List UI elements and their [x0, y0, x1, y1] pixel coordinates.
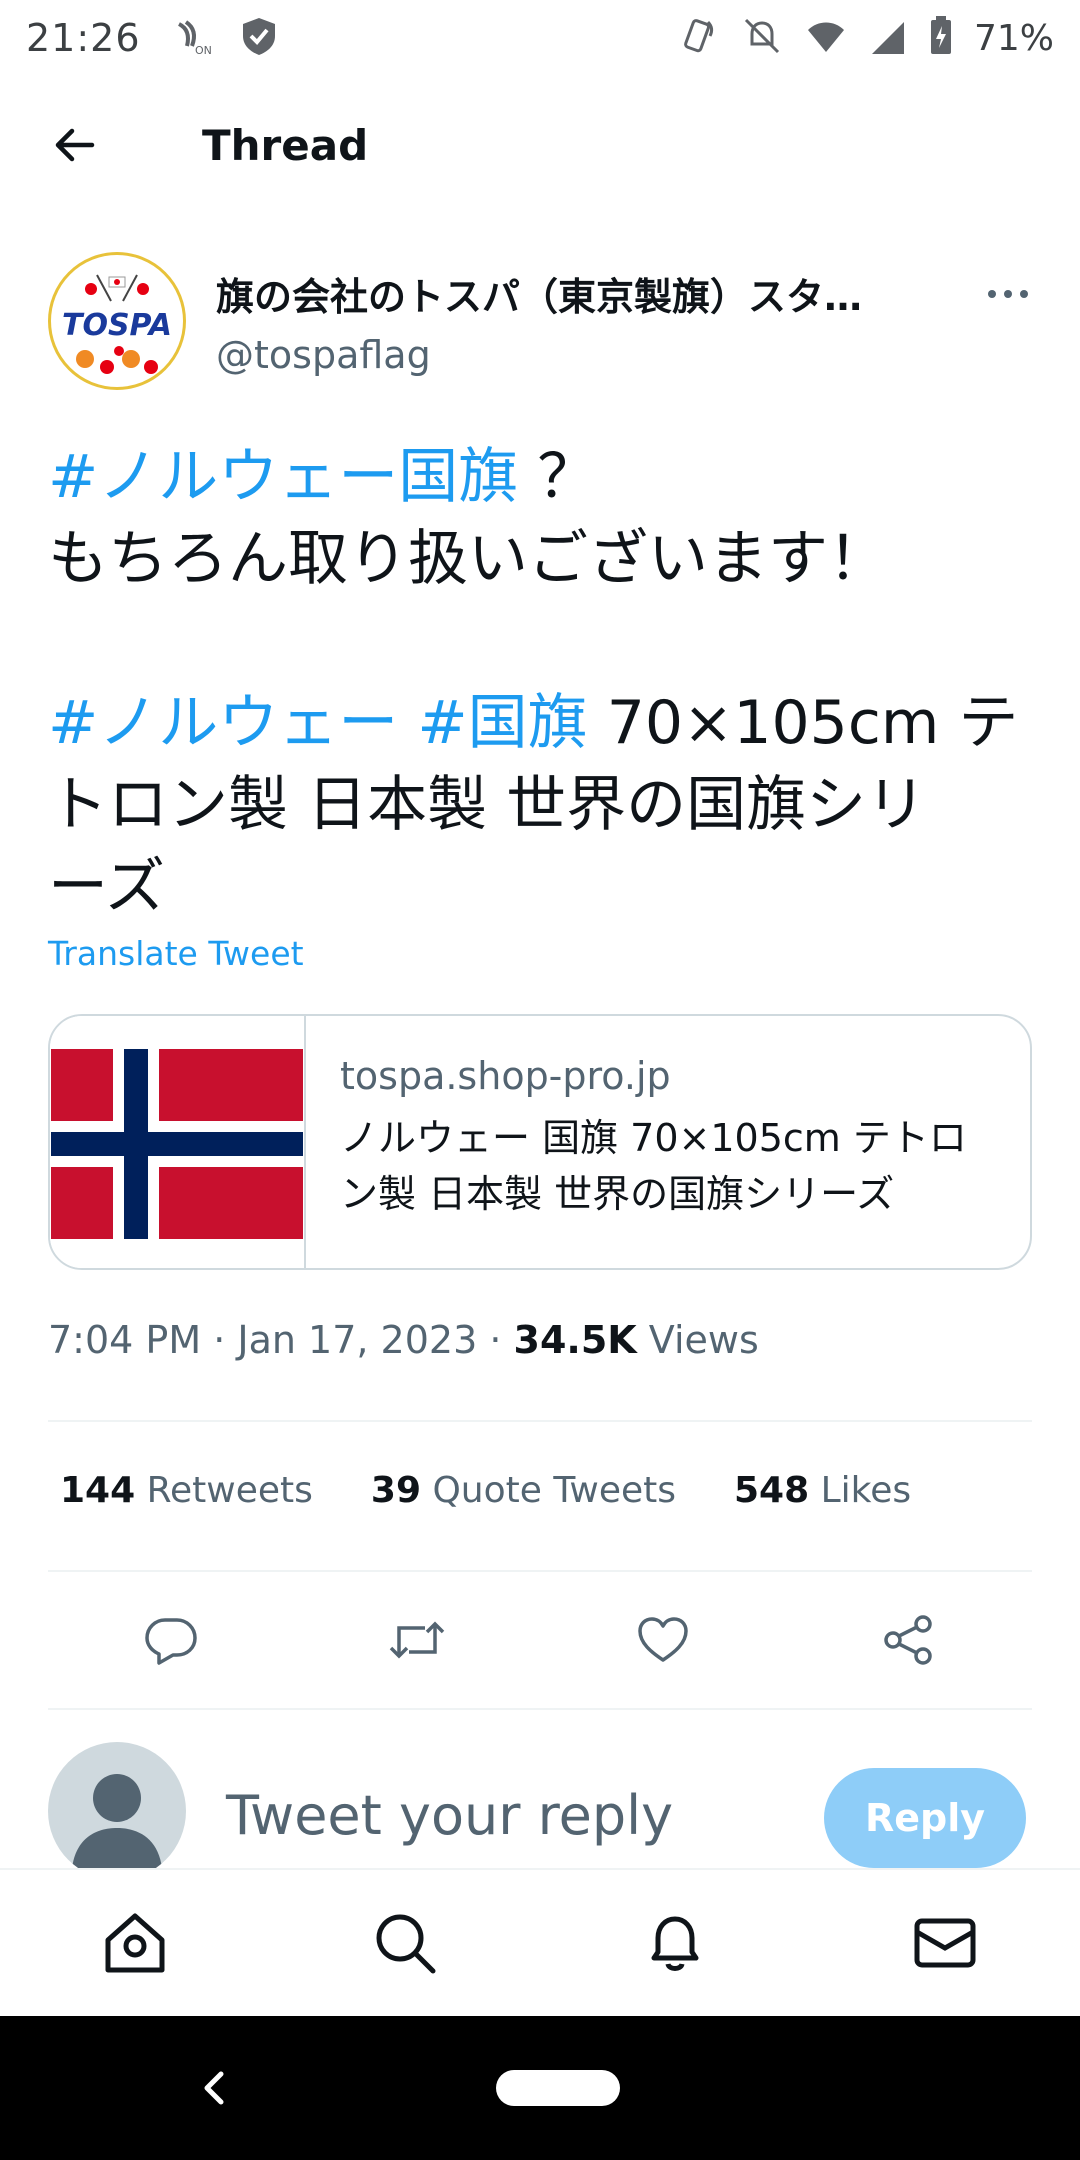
tweet-date: Jan 17, 2023	[237, 1318, 478, 1362]
views-label: Views	[648, 1318, 759, 1362]
card-body: tospa.shop-pro.jp ノルウェー 国旗 70×105cm テトロン…	[306, 1016, 1030, 1268]
notifications-icon	[651, 1916, 699, 1971]
card-image	[50, 1016, 306, 1268]
nav-search[interactable]	[360, 1898, 450, 1988]
likes-label: Likes	[820, 1470, 912, 1511]
retweets-stat[interactable]: 144 Retweets	[60, 1470, 313, 1511]
shield-check-icon	[237, 14, 281, 62]
tweet-actions	[48, 1600, 1032, 1680]
tweet-line-4: トロン製 日本製 世界の国旗シリ	[48, 770, 927, 840]
system-nav-bar	[0, 2016, 1080, 2160]
divider	[48, 1708, 1032, 1710]
status-bar: 21:26 ON 71%	[0, 0, 1080, 76]
status-right-icons: 71%	[676, 14, 1054, 62]
hashtag-link[interactable]: #国旗	[417, 688, 587, 758]
likes-stat[interactable]: 548 Likes	[734, 1470, 911, 1511]
home-icon	[105, 1913, 165, 1973]
author-handle[interactable]: @tospaflag	[216, 333, 936, 377]
author-name[interactable]: 旗の会社のトスパ（東京製旗）スタ…	[216, 266, 936, 321]
status-time: 21:26	[26, 16, 141, 60]
tweet-line-5: ーズ	[48, 852, 165, 922]
reply-input[interactable]: Tweet your reply	[226, 1784, 673, 1847]
bottom-nav	[0, 1868, 1080, 2016]
tweet-author-row: TOSPA 旗の会社のトスパ（東京製旗）スタ… @tospaflag	[48, 252, 1038, 392]
translate-tweet-link[interactable]: Translate Tweet	[48, 934, 304, 973]
system-back-button[interactable]	[186, 2060, 242, 2116]
bell-off-icon	[740, 14, 784, 62]
divider	[48, 1570, 1032, 1572]
page-title: Thread	[202, 120, 369, 170]
tweet-text-fragment: 70×105cm テ	[587, 688, 1019, 758]
reply-icon	[145, 1618, 197, 1665]
tweet-line-2: もちろん取り扱いございます！	[48, 524, 888, 594]
chevron-left-icon	[204, 2071, 224, 2105]
status-left-icons: ON	[171, 14, 281, 62]
card-title: ノルウェー 国旗 70×105cm テトロン製 日本製 世界の国旗シリーズ	[340, 1116, 967, 1216]
views-count: 34.5K	[513, 1318, 637, 1362]
reply-composer: Tweet your reply Reply	[48, 1742, 1032, 1868]
share-button[interactable]	[873, 1604, 945, 1676]
search-icon	[376, 1914, 436, 1974]
reply-button[interactable]	[135, 1604, 207, 1676]
thread-header: Thread	[0, 90, 1080, 200]
tweet-meta: 7:04 PM · Jan 17, 2023 · 34.5K Views	[48, 1318, 759, 1362]
retweet-icon	[389, 1621, 445, 1659]
quotes-label: Quote Tweets	[432, 1470, 676, 1511]
nav-notifications[interactable]	[630, 1898, 720, 1988]
retweet-button[interactable]	[381, 1604, 453, 1676]
tweet-text-fragment: ？	[518, 442, 598, 512]
more-options-button[interactable]	[978, 274, 1038, 314]
wifi-icon	[804, 14, 848, 62]
avatar-logo-text: TOSPA	[62, 308, 172, 343]
nav-messages[interactable]	[900, 1898, 990, 1988]
tweet-line-3: #ノルウェー #国旗 70×105cm テ	[48, 682, 1038, 764]
quotes-stat[interactable]: 39 Quote Tweets	[371, 1470, 676, 1511]
nav-home[interactable]	[90, 1898, 180, 1988]
share-icon	[884, 1615, 932, 1665]
vibrate-icon	[676, 14, 720, 62]
signal-icon	[868, 14, 908, 62]
author-avatar[interactable]: TOSPA	[48, 252, 186, 390]
default-avatar-icon	[72, 1774, 162, 1868]
tweet-line-1: #ノルウェー国旗 ？	[48, 436, 1038, 518]
user-avatar	[48, 1742, 186, 1868]
like-icon	[638, 1617, 688, 1662]
norway-flag-icon	[51, 1049, 303, 1239]
card-domain: tospa.shop-pro.jp	[340, 1054, 671, 1098]
system-home-pill[interactable]	[496, 2070, 620, 2106]
like-button[interactable]	[627, 1604, 699, 1676]
tospa-logo: TOSPA	[62, 274, 172, 374]
retweets-count: 144	[60, 1470, 136, 1511]
retweets-label: Retweets	[146, 1470, 313, 1511]
quotes-count: 39	[370, 1470, 421, 1511]
hashtag-link[interactable]: #ノルウェー国旗	[48, 442, 518, 512]
link-card[interactable]: tospa.shop-pro.jp ノルウェー 国旗 70×105cm テトロン…	[48, 1014, 1032, 1270]
nfc-on-icon: ON	[171, 14, 215, 62]
author-info: 旗の会社のトスパ（東京製旗）スタ… @tospaflag	[216, 252, 936, 392]
messages-icon	[914, 1918, 976, 1968]
svg-text:ON: ON	[195, 44, 212, 57]
reply-submit-button[interactable]: Reply	[824, 1768, 1026, 1868]
more-horizontal-icon	[988, 290, 1028, 298]
battery-percent: 71%	[973, 17, 1054, 59]
arrow-left-icon	[55, 128, 95, 162]
divider	[48, 1420, 1032, 1422]
likes-count: 548	[733, 1470, 810, 1511]
hashtag-link[interactable]: #ノルウェー	[48, 688, 398, 758]
tweet-text: #ノルウェー国旗 ？ もちろん取り扱いございます！ #ノルウェー #国旗 70×…	[48, 436, 1038, 928]
tweet-stats: 144 Retweets 39 Quote Tweets 548 Likes	[60, 1470, 911, 1511]
tweet-time: 7:04 PM	[48, 1318, 202, 1362]
battery-charging-icon	[928, 14, 954, 62]
back-button[interactable]	[38, 109, 110, 181]
